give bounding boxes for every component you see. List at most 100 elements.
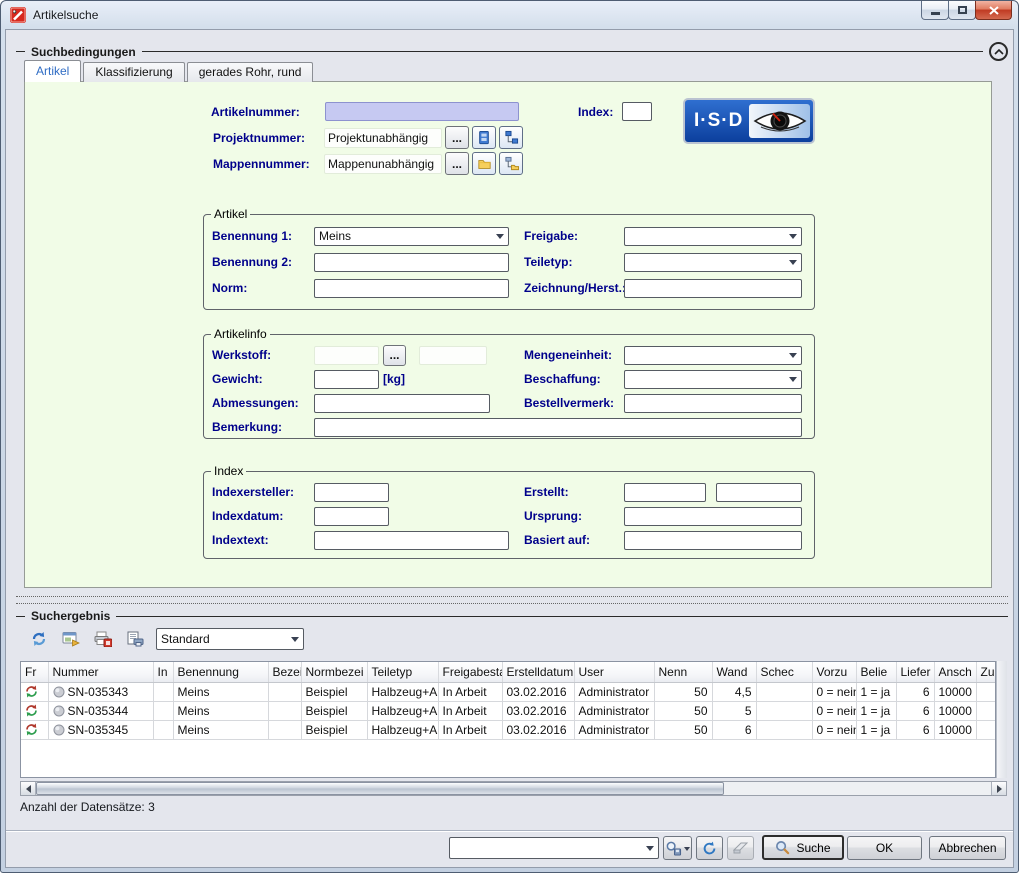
indextext-input[interactable]	[314, 531, 509, 550]
tab-gerades-rohr-rund[interactable]: gerades Rohr, rund	[187, 62, 314, 82]
column-header-freigabesta[interactable]: Freigabesta	[438, 662, 502, 682]
cell: 5	[712, 701, 756, 720]
refresh-result-button[interactable]	[26, 627, 52, 651]
freigabe-select[interactable]	[624, 227, 802, 246]
save-search-button[interactable]	[663, 836, 692, 860]
project-select-button[interactable]	[472, 126, 496, 149]
bemerkung-input[interactable]	[314, 418, 802, 437]
vertical-scrollbar[interactable]	[996, 661, 1007, 778]
projektnummer-value[interactable]: Projektunabhängig	[324, 128, 442, 148]
abbrechen-button[interactable]: Abbrechen	[929, 836, 1006, 860]
scroll-left-button[interactable]	[21, 782, 36, 795]
collapse-button[interactable]	[989, 42, 1008, 61]
chevron-up-icon	[994, 49, 1004, 55]
folder-structure-button[interactable]	[499, 152, 523, 175]
clear-button[interactable]	[727, 836, 754, 860]
project-browse-button[interactable]: ...	[445, 126, 469, 149]
folder-structure-icon	[504, 156, 519, 171]
norm-input[interactable]	[314, 279, 509, 298]
reload-button[interactable]	[696, 836, 723, 860]
ursprung-input[interactable]	[624, 507, 802, 526]
beschaffung-select[interactable]	[624, 370, 802, 389]
maximize-button[interactable]	[948, 1, 976, 20]
cell	[976, 720, 996, 739]
cell: SN-035343	[48, 682, 153, 701]
print-database-icon	[94, 631, 112, 647]
folder-browse-button[interactable]: ...	[445, 152, 469, 175]
index-input[interactable]	[622, 102, 652, 121]
cell: 0 = nein	[812, 682, 856, 701]
column-header-vorzu[interactable]: Vorzu	[812, 662, 856, 682]
basiert-auf-input[interactable]	[624, 531, 802, 550]
cell: 1 = ja	[856, 682, 896, 701]
column-header-zu[interactable]: Zu	[976, 662, 996, 682]
search-profile-select[interactable]	[449, 837, 659, 859]
bestellvermerk-input[interactable]	[624, 394, 802, 413]
table-row[interactable]: SN-035345MeinsBeispielHalbzeug+AnIn Arbe…	[21, 720, 996, 739]
erstellt-input-2[interactable]	[716, 483, 802, 502]
werkstoff-browse-button[interactable]: ...	[383, 345, 406, 366]
row-status-cell	[21, 720, 48, 739]
indexdatum-input[interactable]	[314, 507, 389, 526]
benennung2-label: Benennung 2:	[212, 255, 314, 269]
cell	[268, 720, 301, 739]
erstellt-label: Erstellt:	[524, 485, 624, 499]
column-header-liefer[interactable]: Liefer	[896, 662, 934, 682]
suche-button[interactable]: Suche	[762, 835, 844, 860]
folder-select-button[interactable]	[472, 152, 496, 175]
werkstoff-field-1[interactable]	[314, 346, 379, 365]
benennung1-label: Benennung 1:	[212, 229, 314, 243]
column-header-erstelldatum[interactable]: Erstelldatum	[502, 662, 574, 682]
table-row[interactable]: SN-035344MeinsBeispielHalbzeug+AnIn Arbe…	[21, 701, 996, 720]
artikelnummer-input[interactable]	[325, 102, 519, 121]
column-header-belie[interactable]: Belie	[856, 662, 896, 682]
close-button[interactable]	[975, 1, 1012, 20]
column-header-wand[interactable]: Wand	[712, 662, 756, 682]
row-status-cell	[21, 701, 48, 720]
reload-icon	[702, 841, 717, 856]
zeichnung-herst-label: Zeichnung/Herst.:	[524, 281, 624, 295]
print-database-button[interactable]	[90, 627, 116, 651]
column-header-teiletyp[interactable]: Teiletyp	[367, 662, 438, 682]
beschaffung-label: Beschaffung:	[524, 372, 624, 386]
gewicht-input[interactable]	[314, 370, 379, 389]
erstellt-input-1[interactable]	[624, 483, 706, 502]
title-bar[interactable]: Artikelsuche	[7, 1, 1012, 29]
table-row[interactable]: SN-035343MeinsBeispielHalbzeug+AnIn Arbe…	[21, 682, 996, 701]
teiletyp-select[interactable]	[624, 253, 802, 272]
tab-klassifizierung[interactable]: Klassifizierung	[83, 62, 184, 82]
magnifier-icon	[775, 840, 790, 855]
benennung1-select[interactable]: Meins	[314, 227, 509, 246]
scrollbar-thumb[interactable]	[36, 782, 724, 795]
column-header-normbezei[interactable]: Normbezei	[301, 662, 367, 682]
zeichnung-herst-input[interactable]	[624, 279, 802, 298]
cell	[756, 682, 812, 701]
abmessungen-input[interactable]	[314, 394, 490, 413]
werkstoff-field-2[interactable]	[419, 346, 487, 365]
indexersteller-input[interactable]	[314, 483, 389, 502]
mengeneinheit-select[interactable]	[624, 346, 802, 365]
print-report-button[interactable]	[122, 627, 148, 651]
column-header-schec[interactable]: Schec	[756, 662, 812, 682]
tab-artikel[interactable]: Artikel	[24, 60, 81, 82]
ok-button[interactable]: OK	[847, 836, 922, 860]
column-header-fr[interactable]: Fr	[21, 662, 48, 682]
column-header-in[interactable]: In	[153, 662, 173, 682]
project-structure-button[interactable]	[499, 126, 523, 149]
scrollbar-track[interactable]	[36, 782, 991, 795]
scroll-right-button[interactable]	[991, 782, 1006, 795]
benennung2-input[interactable]	[314, 253, 509, 272]
chevron-down-icon	[789, 353, 797, 362]
result-view-select[interactable]: Standard	[156, 628, 304, 650]
export-result-button[interactable]	[58, 627, 84, 651]
column-header-ansch[interactable]: Ansch	[934, 662, 976, 682]
splitter-handle[interactable]	[16, 596, 1008, 604]
column-header-user[interactable]: User	[574, 662, 654, 682]
column-header-nummer[interactable]: Nummer	[48, 662, 153, 682]
column-header-bezeic[interactable]: Bezeic	[268, 662, 301, 682]
mappennummer-value[interactable]: Mappenunabhängig	[324, 154, 442, 174]
column-header-benennung[interactable]: Benennung	[173, 662, 268, 682]
chevron-down-icon	[789, 260, 797, 269]
column-header-nenn[interactable]: Nenn	[654, 662, 712, 682]
minimize-button[interactable]	[921, 1, 949, 20]
